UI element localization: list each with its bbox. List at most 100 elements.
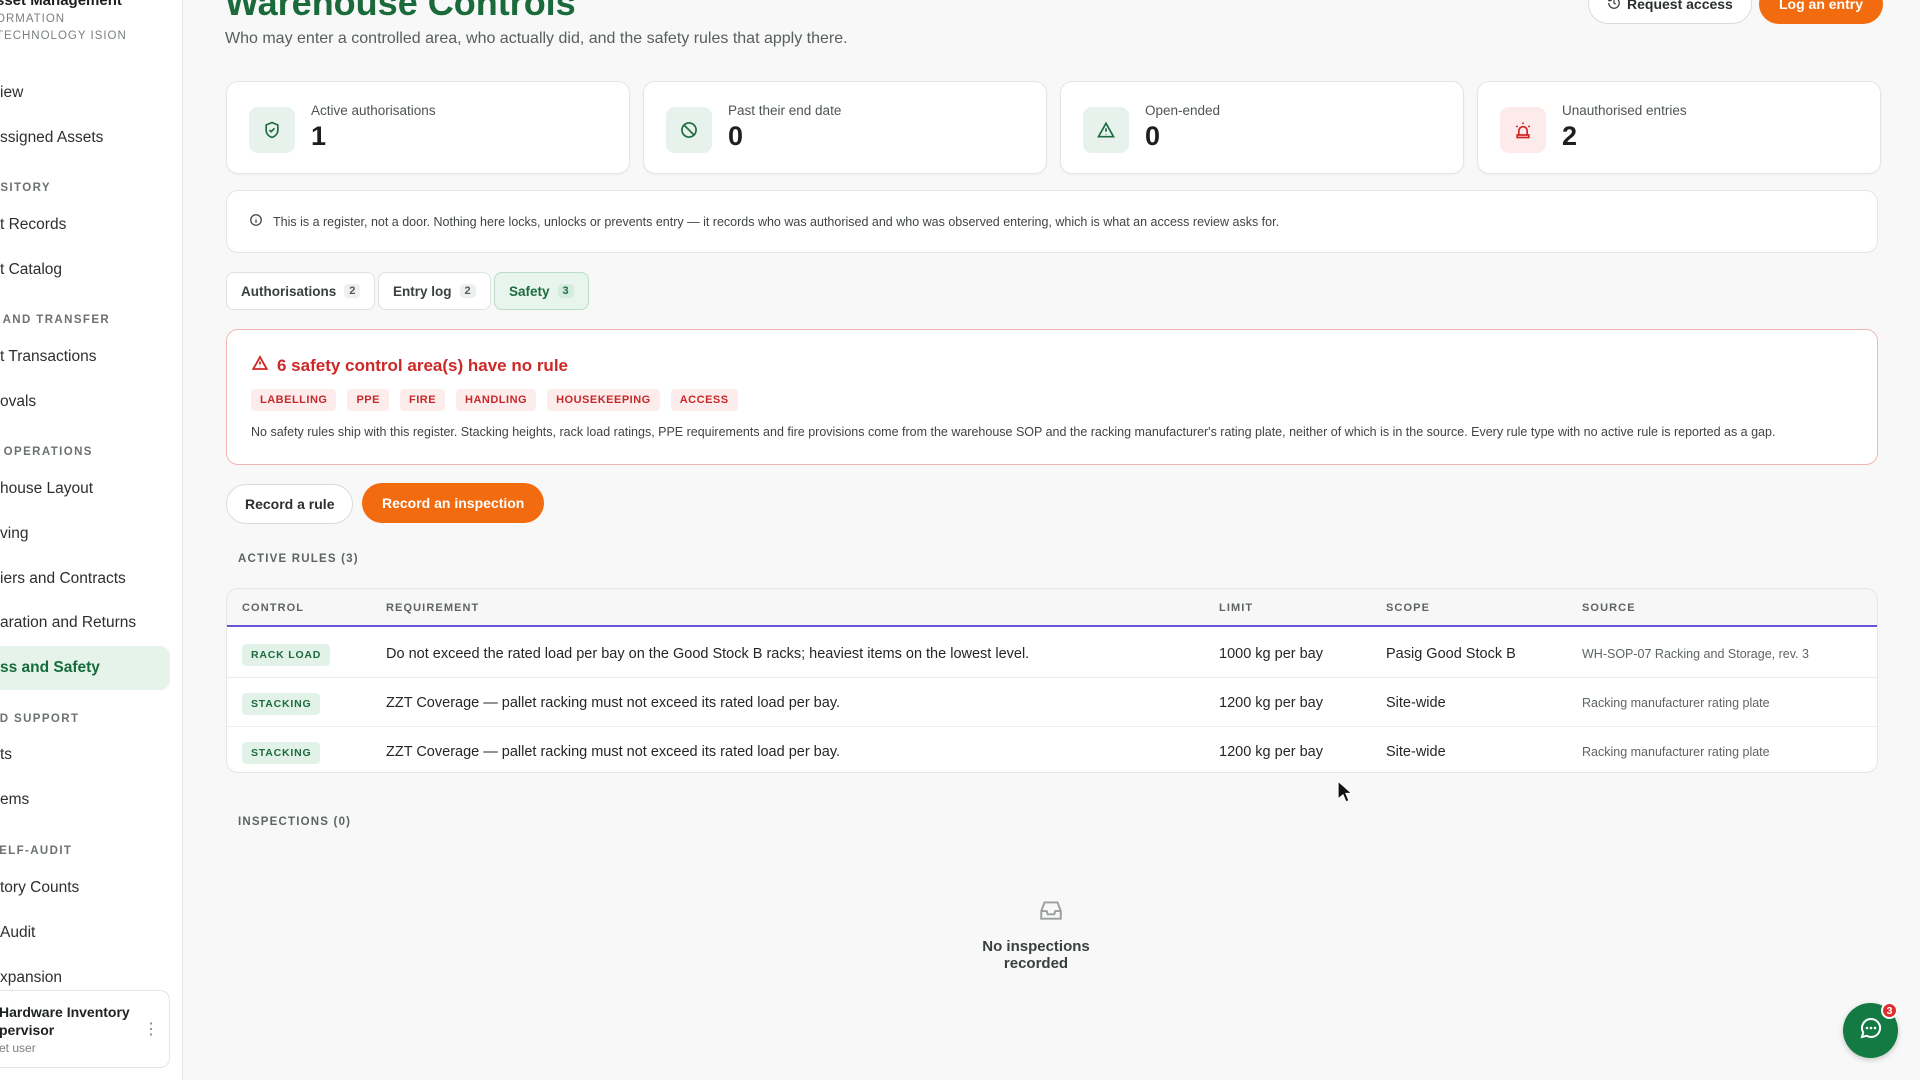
stat-open-ended: Open-ended 0 — [1060, 81, 1464, 174]
limit-cell: 1000 kg per bay — [1219, 646, 1323, 662]
stat-value: 2 — [1562, 121, 1578, 151]
tab-safety[interactable]: Safety 3 — [494, 272, 589, 310]
siren-icon — [1500, 107, 1546, 153]
record-inspection-button[interactable]: Record an inspection — [362, 483, 545, 523]
tab-count: 2 — [344, 284, 361, 298]
sidebar-item-asset-records[interactable]: t Records — [0, 203, 170, 247]
requirement-cell: ZZT Coverage — pallet racking must not e… — [386, 695, 841, 711]
chip-labelling: LABELLING — [251, 389, 337, 411]
empty-inspections-text: No inspections recorded — [982, 938, 1090, 972]
requirement-cell: ZZT Coverage — pallet racking must not e… — [386, 744, 841, 760]
history-icon — [1607, 0, 1621, 13]
user-role: et user — [0, 1041, 36, 1055]
alert-body: No safety rules ship with this register.… — [251, 425, 1776, 439]
page-subtitle: Who may enter a controlled area, who act… — [225, 30, 848, 47]
sidebar-item-overview[interactable]: iew — [0, 71, 170, 115]
stat-label: Past their end date — [728, 103, 842, 118]
stat-label: Open-ended — [1145, 103, 1221, 118]
stat-label: Unauthorised entries — [1562, 103, 1687, 118]
limit-cell: 1200 kg per bay — [1219, 695, 1323, 711]
source-cell: Racking manufacturer rating plate — [1582, 745, 1770, 759]
page-title: Warehouse Controls — [225, 0, 576, 23]
alert-title: 6 safety control area(s) have no rule — [251, 354, 568, 377]
stat-value: 1 — [311, 121, 327, 151]
sidebar-item-approvals[interactable]: ovals — [0, 380, 170, 424]
tab-count: 2 — [459, 284, 476, 298]
table-header: CONTROL REQUIREMENT LIMIT SCOPE SOURCE — [227, 589, 1877, 627]
tab-entry-log[interactable]: Entry log 2 — [378, 272, 491, 310]
request-access-button[interactable]: Request access — [1588, 0, 1752, 24]
tab-label: Entry log — [393, 283, 452, 299]
chip-handling: HANDLING — [456, 389, 537, 411]
warning-icon — [1083, 107, 1129, 153]
request-access-label: Request access — [1627, 0, 1733, 12]
table-row[interactable]: STACKING ZZT Coverage — pallet racking m… — [227, 678, 1877, 727]
column-header-scope: SCOPE — [1386, 602, 1431, 614]
sidebar-item-assigned-assets[interactable]: ssigned Assets — [0, 116, 170, 160]
brand-subtitle: ORMATION TECHNOLOGY ISION — [0, 13, 127, 42]
sidebar-item-asset-transactions[interactable]: t Transactions — [0, 335, 170, 379]
sidebar-section-repository: OSITORY — [0, 182, 51, 194]
notice-text: This is a register, not a door. Nothing … — [273, 214, 1280, 229]
source-cell: Racking manufacturer rating plate — [1582, 696, 1770, 710]
inbox-icon — [1038, 898, 1064, 927]
sidebar-item-receiving[interactable]: ving — [0, 512, 170, 556]
stat-past-end-date: Past their end date 0 — [643, 81, 1047, 174]
sidebar-item-suppliers-contracts[interactable]: iers and Contracts — [0, 557, 170, 601]
stat-value: 0 — [1145, 121, 1161, 151]
sidebar-section-movement-transfer: T AND TRANSFER — [0, 314, 111, 326]
sidebar-item-warehouse-layout[interactable]: house Layout — [0, 467, 170, 511]
chip-fire: FIRE — [399, 389, 446, 411]
no-rule-alert: 6 safety control area(s) have no rule LA… — [226, 329, 1878, 465]
control-tag: RACK LOAD — [242, 644, 331, 666]
shield-check-icon — [249, 107, 295, 153]
sidebar-item-requests[interactable]: ts — [0, 733, 170, 777]
sidebar-item-audit[interactable]: Audit — [0, 911, 170, 955]
record-rule-button[interactable]: Record a rule — [226, 484, 354, 524]
sidebar-item-separation-returns[interactable]: aration and Returns — [0, 601, 170, 645]
user-card[interactable]: Hardware Inventory pervisor et user ⋮ — [0, 990, 170, 1068]
active-rules-heading: ACTIVE RULES (3) — [238, 553, 359, 565]
chip-ppe: PPE — [347, 389, 389, 411]
sidebar-section-warehouse-operations: E OPERATIONS — [0, 446, 93, 458]
active-rules-table: CONTROL REQUIREMENT LIMIT SCOPE SOURCE R… — [226, 588, 1878, 773]
stat-unauthorised-entries: Unauthorised entries 2 — [1477, 81, 1881, 174]
limit-cell: 1200 kg per bay — [1219, 744, 1323, 760]
stat-active-authorisations: Active authorisations 1 — [226, 81, 630, 174]
user-name: Hardware Inventory pervisor — [0, 1004, 130, 1038]
table-row[interactable]: STACKING ZZT Coverage — pallet racking m… — [227, 727, 1877, 772]
column-header-limit: LIMIT — [1219, 602, 1254, 614]
source-cell: WH-SOP-07 Racking and Storage, rev. 3 — [1582, 647, 1809, 661]
stat-label: Active authorisations — [311, 103, 436, 118]
tab-count: 3 — [557, 284, 574, 298]
more-vertical-icon[interactable]: ⋮ — [143, 1019, 159, 1039]
sidebar-section-self-audit: SELF-AUDIT — [0, 845, 73, 857]
column-header-requirement: REQUIREMENT — [386, 602, 480, 614]
chip-access: ACCESS — [670, 389, 738, 411]
table-row[interactable]: RACK LOAD Do not exceed the rated load p… — [227, 629, 1877, 678]
requirement-cell: Do not exceed the rated load per bay on … — [386, 646, 1030, 662]
control-tag: STACKING — [242, 742, 321, 764]
gap-chips: LABELLING PPE FIRE HANDLING HOUSEKEEPING… — [251, 389, 738, 411]
tab-label: Authorisations — [241, 283, 337, 299]
register-notice: This is a register, not a door. Nothing … — [226, 190, 1878, 253]
notification-badge: 3 — [1881, 1002, 1898, 1019]
column-header-control: CONTROL — [242, 602, 305, 614]
tab-label: Safety — [509, 283, 550, 299]
mouse-cursor-icon — [1337, 779, 1355, 809]
sidebar-item-access-safety[interactable]: ss and Safety — [0, 646, 170, 690]
warning-icon — [251, 354, 269, 377]
scope-cell: Pasig Good Stock B — [1386, 646, 1516, 662]
chat-icon — [1859, 1016, 1883, 1045]
info-icon — [249, 213, 263, 230]
sidebar-item-inventory-counts[interactable]: tory Counts — [0, 866, 170, 910]
sidebar-item-problems[interactable]: ems — [0, 778, 170, 822]
ban-icon — [666, 107, 712, 153]
inspections-heading: INSPECTIONS (0) — [238, 816, 352, 828]
scope-cell: Site-wide — [1386, 695, 1446, 711]
control-tag: STACKING — [242, 693, 321, 715]
sidebar-item-asset-catalog[interactable]: t Catalog — [0, 248, 170, 292]
tab-authorisations[interactable]: Authorisations 2 — [226, 272, 376, 310]
scope-cell: Site-wide — [1386, 744, 1446, 760]
log-entry-button[interactable]: Log an entry — [1759, 0, 1884, 24]
